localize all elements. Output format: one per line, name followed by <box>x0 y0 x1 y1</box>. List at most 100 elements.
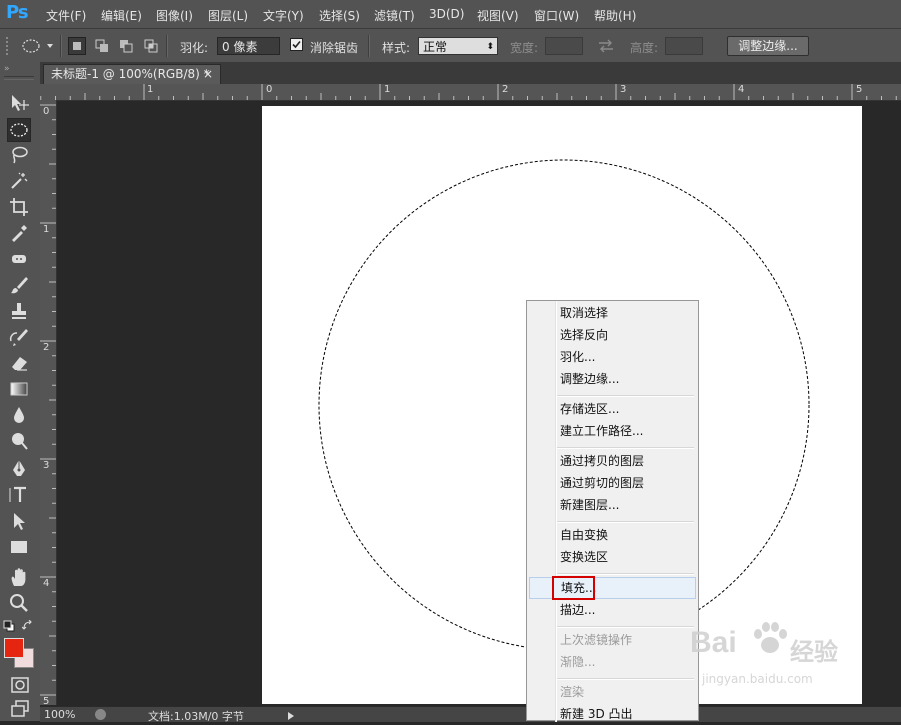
ctx-transform-selection[interactable]: 变换选区 <box>527 546 698 568</box>
checkmark-icon <box>292 40 301 49</box>
ctx-layer-via-copy[interactable]: 通过拷贝的图层 <box>527 450 698 472</box>
blur-tool-icon[interactable] <box>8 404 30 426</box>
add-selection-mode-button[interactable] <box>93 37 111 55</box>
ruler-h-label: 3 <box>620 84 627 95</box>
pen-tool-icon[interactable] <box>8 458 30 480</box>
menu-3d[interactable]: 3D(D) <box>429 7 464 21</box>
clone-stamp-tool-icon[interactable] <box>8 300 30 322</box>
menu-edit[interactable]: 编辑(E) <box>101 7 142 24</box>
zoom-level[interactable]: 100% <box>44 708 75 721</box>
ruler-h-label: 1 <box>384 84 391 95</box>
status-info-icon[interactable] <box>95 709 106 720</box>
magic-wand-tool-icon[interactable] <box>8 170 30 192</box>
menu-image[interactable]: 图像(I) <box>156 7 193 24</box>
path-selection-tool-icon[interactable] <box>8 510 30 532</box>
collapse-arrows-icon[interactable]: » <box>4 64 10 74</box>
history-brush-tool-icon[interactable] <box>8 326 30 348</box>
menu-select[interactable]: 选择(S) <box>319 7 360 24</box>
refine-edge-button[interactable]: 调整边缘... <box>727 36 809 56</box>
lasso-tool-icon[interactable] <box>8 144 30 166</box>
ctx-fade: 渐隐... <box>560 655 596 669</box>
paw-icon <box>754 622 787 653</box>
new-selection-mode-button[interactable] <box>68 37 86 55</box>
menu-type[interactable]: 文字(Y) <box>263 7 304 24</box>
gradient-tool-icon[interactable] <box>8 378 30 400</box>
antialias-label: 消除锯齿 <box>310 41 359 55</box>
ruler-v-label: 1 <box>43 224 50 235</box>
foreground-color-swatch[interactable] <box>4 638 24 658</box>
menu-help[interactable]: 帮助(H) <box>594 7 636 24</box>
ctx-new-layer[interactable]: 新建图层... <box>527 494 698 516</box>
ctx-save-selection[interactable]: 存储选区... <box>527 398 698 420</box>
default-colors-icon[interactable] <box>3 620 15 632</box>
swap-width-height-icon[interactable] <box>598 39 614 56</box>
feather-input[interactable]: 0 像素 <box>217 37 280 55</box>
antialias-checkbox[interactable] <box>290 38 303 51</box>
feather-label: 羽化: <box>180 41 209 55</box>
document-tab-title: 未标题-1 @ 100%(RGB/8) * <box>51 67 210 81</box>
width-label: 宽度: <box>510 41 539 55</box>
intersect-selection-mode-button[interactable] <box>142 37 160 55</box>
ctx-new-3d-extrusion[interactable]: 新建 3D 凸出 <box>527 703 698 725</box>
menu-bar: Ps 文件(F) 编辑(E) 图像(I) 图层(L) 文字(Y) 选择(S) 滤… <box>0 0 901 28</box>
menu-layer[interactable]: 图层(L) <box>208 7 248 24</box>
eyedropper-tool-icon[interactable] <box>8 222 30 244</box>
ruler-h-label: 4 <box>738 84 745 95</box>
context-menu: 取消选择 选择反向 羽化... 调整边缘... 存储选区... 建立工作路径..… <box>526 300 699 722</box>
photoshop-logo: Ps <box>6 2 29 23</box>
ruler-h-label: 5 <box>856 84 863 95</box>
rectangle-tool-icon[interactable] <box>8 536 30 558</box>
eraser-tool-icon[interactable] <box>8 352 30 374</box>
menu-filter[interactable]: 滤镜(T) <box>374 7 415 24</box>
swap-colors-icon[interactable] <box>21 619 34 632</box>
height-input[interactable] <box>665 37 703 55</box>
grip-icon <box>6 37 10 58</box>
ctx-render: 渲染 <box>560 685 585 699</box>
ctx-last-filter: 上次滤镜操作 <box>560 633 633 647</box>
vertical-ruler[interactable]: 0 1 2 3 4 5 <box>40 100 57 707</box>
watermark-brand: Bai <box>690 626 737 659</box>
close-tab-icon[interactable]: × <box>203 65 213 84</box>
ctx-refine-edge[interactable]: 调整边缘... <box>527 368 698 390</box>
screen-mode-icon[interactable] <box>9 698 31 720</box>
document-size-info: 文档:1.03M/0 字节 <box>148 710 244 723</box>
dodge-tool-icon[interactable] <box>8 430 30 452</box>
hand-tool-icon[interactable] <box>8 566 30 588</box>
elliptical-marquee-tool-icon[interactable] <box>7 118 31 142</box>
document-tab[interactable]: 未标题-1 @ 100%(RGB/8) * × <box>43 64 221 84</box>
move-tool-icon[interactable] <box>8 92 30 114</box>
horizontal-ruler[interactable]: 1 0 1 2 3 4 5 <box>40 84 901 101</box>
ctx-feather[interactable]: 羽化... <box>527 346 698 368</box>
ctx-make-work-path[interactable]: 建立工作路径... <box>527 420 698 442</box>
ruler-h-label: 2 <box>502 84 509 95</box>
healing-brush-tool-icon[interactable] <box>8 248 30 270</box>
height-label: 高度: <box>630 41 659 55</box>
zoom-tool-icon[interactable] <box>8 592 30 614</box>
ctx-layer-via-cut[interactable]: 通过剪切的图层 <box>527 472 698 494</box>
brush-tool-icon[interactable] <box>8 274 30 296</box>
document-tab-bar: 未标题-1 @ 100%(RGB/8) * × <box>40 62 901 84</box>
ruler-v-label: 0 <box>43 106 50 117</box>
watermark-brand-suffix: 经验 <box>790 638 838 666</box>
status-menu-arrow-icon[interactable] <box>287 710 295 724</box>
type-tool-icon[interactable] <box>8 484 30 506</box>
watermark-url: jingyan.baidu.com <box>702 672 813 686</box>
quick-mask-icon[interactable] <box>9 674 31 696</box>
ruler-h-label: 1 <box>147 84 154 95</box>
status-bar: 100% 文档:1.03M/0 字节 <box>40 706 901 724</box>
ruler-v-label: 2 <box>43 342 50 353</box>
ctx-stroke[interactable]: 描边... <box>527 599 698 621</box>
menu-view[interactable]: 视图(V) <box>477 7 519 24</box>
menu-window[interactable]: 窗口(W) <box>534 7 579 24</box>
ctx-select-inverse[interactable]: 选择反向 <box>527 324 698 346</box>
options-bar: 羽化: 0 像素 消除锯齿 样式: 正常 ⬍ 宽度: 高度: 调整边缘... <box>0 28 901 64</box>
ctx-free-transform[interactable]: 自由变换 <box>527 524 698 546</box>
menu-file[interactable]: 文件(F) <box>46 7 86 24</box>
crop-tool-icon[interactable] <box>8 196 30 218</box>
width-input[interactable] <box>545 37 583 55</box>
fill-highlight-box <box>552 576 595 600</box>
elliptical-marquee-preset-icon[interactable] <box>20 37 54 58</box>
ctx-deselect[interactable]: 取消选择 <box>527 302 698 324</box>
subtract-selection-mode-button[interactable] <box>117 37 135 55</box>
style-select[interactable]: 正常 ⬍ <box>418 37 498 55</box>
